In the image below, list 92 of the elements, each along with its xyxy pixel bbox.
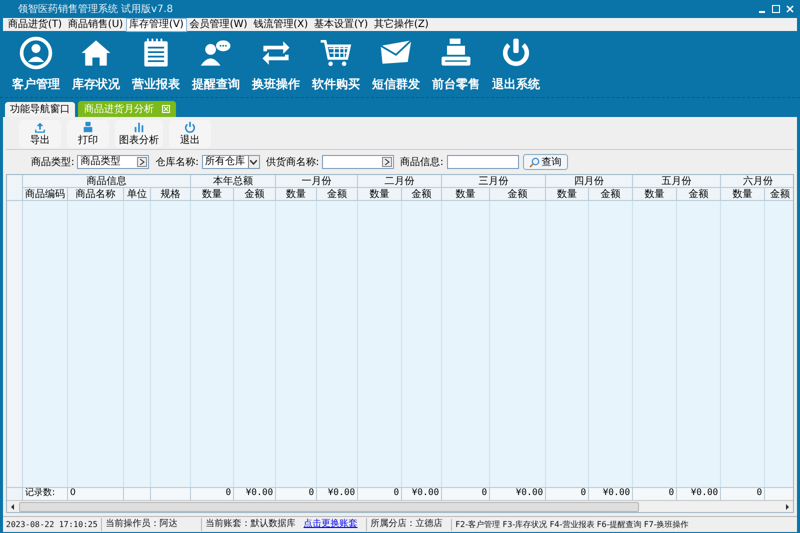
search-button[interactable]: 查询 [522, 154, 568, 170]
menu-item[interactable]: 基本设置(Y) [311, 18, 371, 32]
column-header[interactable]: 规格 [151, 188, 191, 201]
action-button[interactable]: 退出 [169, 120, 211, 148]
toolbar-button[interactable]: 前台零售 [426, 35, 486, 93]
dropdown[interactable]: 所有仓库 [202, 155, 260, 169]
table-cell: 0 [358, 487, 402, 500]
table-cell: 0 [276, 487, 317, 500]
action-button[interactable]: 导出 [19, 120, 61, 148]
footer-label: 记录数: [23, 487, 68, 500]
column-header[interactable]: 金额 [765, 188, 793, 201]
column-header[interactable]: 金额 [317, 188, 358, 201]
status-operator: 当前操作员：阿达 [100, 518, 201, 532]
column-group-header[interactable]: 商品信息 [23, 175, 191, 188]
action-button[interactable]: 图表分析 [115, 120, 163, 148]
table-cell: ¥0.00 [589, 487, 633, 500]
column-header[interactable]: 数量 [633, 188, 677, 201]
maximize-icon[interactable] [772, 5, 780, 13]
column-group-header[interactable]: 六月份 [721, 175, 793, 188]
table-cell: 0 [633, 487, 677, 500]
table-cell: 0 [68, 487, 124, 500]
table-cell: ¥0.00 [490, 487, 546, 500]
column-header[interactable]: 数量 [358, 188, 402, 201]
field-label: 仓库名称: [155, 156, 199, 170]
column-group-header[interactable]: 本年总额 [191, 175, 276, 188]
picker-field[interactable]: 商品类型 [77, 155, 150, 169]
column-header[interactable]: 单位 [124, 188, 151, 201]
scroll-thumb[interactable] [19, 502, 639, 512]
column-header[interactable]: 金额 [490, 188, 546, 201]
column-header[interactable]: 金额 [402, 188, 442, 201]
column-header[interactable]: 金额 [234, 188, 276, 201]
menu-item[interactable]: 商品销售(U) [64, 18, 126, 32]
action-icon[interactable] [34, 120, 46, 132]
status-branch: 所属分店：立德店 [366, 518, 451, 532]
search-icon[interactable] [528, 156, 540, 168]
menu-item[interactable]: 会员管理(W) [186, 18, 250, 32]
toolbar-button[interactable]: 退出系统 [486, 35, 546, 93]
action-button[interactable]: 打印 [67, 120, 109, 148]
menu-item[interactable]: 库存管理(V) [126, 18, 187, 32]
horizontal-scrollbar[interactable] [7, 500, 793, 512]
action-icon[interactable] [82, 120, 94, 132]
table-cell: ¥0.00 [677, 487, 721, 500]
column-header[interactable]: 金额 [677, 188, 721, 201]
toolbar-button[interactable]: 短信群发 [366, 35, 426, 93]
table-cell [151, 487, 191, 500]
table-cell: ¥0.00 [402, 487, 442, 500]
menu-item[interactable]: 商品进货(T) [5, 18, 65, 32]
column-header[interactable]: 金额 [589, 188, 633, 201]
status-shortcuts: F2-客户管理 F3-库存状况 F4-营业报表 F6-提醒查询 F7-换班操作 [450, 518, 689, 530]
tab[interactable]: 功能导航窗口 [5, 102, 75, 117]
toolbar-button[interactable]: 提醒查询 [186, 35, 246, 93]
picker-button-icon[interactable] [382, 157, 392, 167]
column-group-header[interactable]: 五月份 [633, 175, 721, 188]
column-header[interactable]: 数量 [442, 188, 490, 201]
table-cell: 0 [546, 487, 589, 500]
window-title: 领智医药销售管理系统 试用版v7.8 [18, 2, 174, 16]
column-header[interactable]: 商品编码 [23, 188, 68, 201]
action-icon[interactable] [133, 120, 145, 132]
picker-button-icon[interactable] [137, 157, 148, 167]
toolbar-button[interactable]: 换班操作 [246, 35, 306, 93]
table-cell: 0 [191, 487, 234, 500]
column-group-header[interactable]: 三月份 [442, 175, 546, 188]
column-header[interactable]: 数量 [546, 188, 589, 201]
close-icon[interactable] [786, 5, 794, 13]
column-header[interactable]: 数量 [191, 188, 234, 201]
toolbar-button[interactable]: 库存状况 [66, 35, 126, 93]
menu-item[interactable]: 其它操作(Z) [370, 18, 432, 32]
column-header[interactable]: 数量 [721, 188, 765, 201]
field-label: 商品信息: [400, 156, 444, 170]
field-label: 商品类型: [31, 156, 74, 170]
column-group-header[interactable]: 四月份 [546, 175, 633, 188]
toolbar-button[interactable]: 软件购买 [306, 35, 366, 93]
status-account: 当前账套：默认数据库 [200, 518, 296, 532]
change-account-link[interactable]: 点击更换账套 [304, 518, 358, 532]
table-cell: ¥0.00 [234, 487, 276, 500]
table-cell [124, 487, 151, 500]
toolbar-icon[interactable] [18, 35, 54, 71]
action-icon[interactable] [184, 120, 196, 132]
menu-item[interactable]: 钱流管理(X) [250, 18, 312, 32]
text-field[interactable] [446, 155, 518, 169]
toolbar-button[interactable]: 营业报表 [126, 35, 186, 93]
table-cell: 0 [442, 487, 490, 500]
status-datetime: 2023-08-22 17:10:25 [5, 518, 99, 530]
column-header[interactable]: 商品名称 [68, 188, 124, 201]
column-header[interactable]: 数量 [276, 188, 317, 201]
picker-field[interactable] [322, 155, 394, 169]
field-label: 供货商名称: [266, 156, 320, 170]
column-group-header[interactable]: 二月份 [358, 175, 442, 188]
table-cell: ¥0.00 [317, 487, 358, 500]
column-group-header[interactable]: 一月份 [276, 175, 358, 188]
toolbar-button[interactable]: 客户管理 [6, 35, 66, 93]
table-cell: 0 [721, 487, 765, 500]
